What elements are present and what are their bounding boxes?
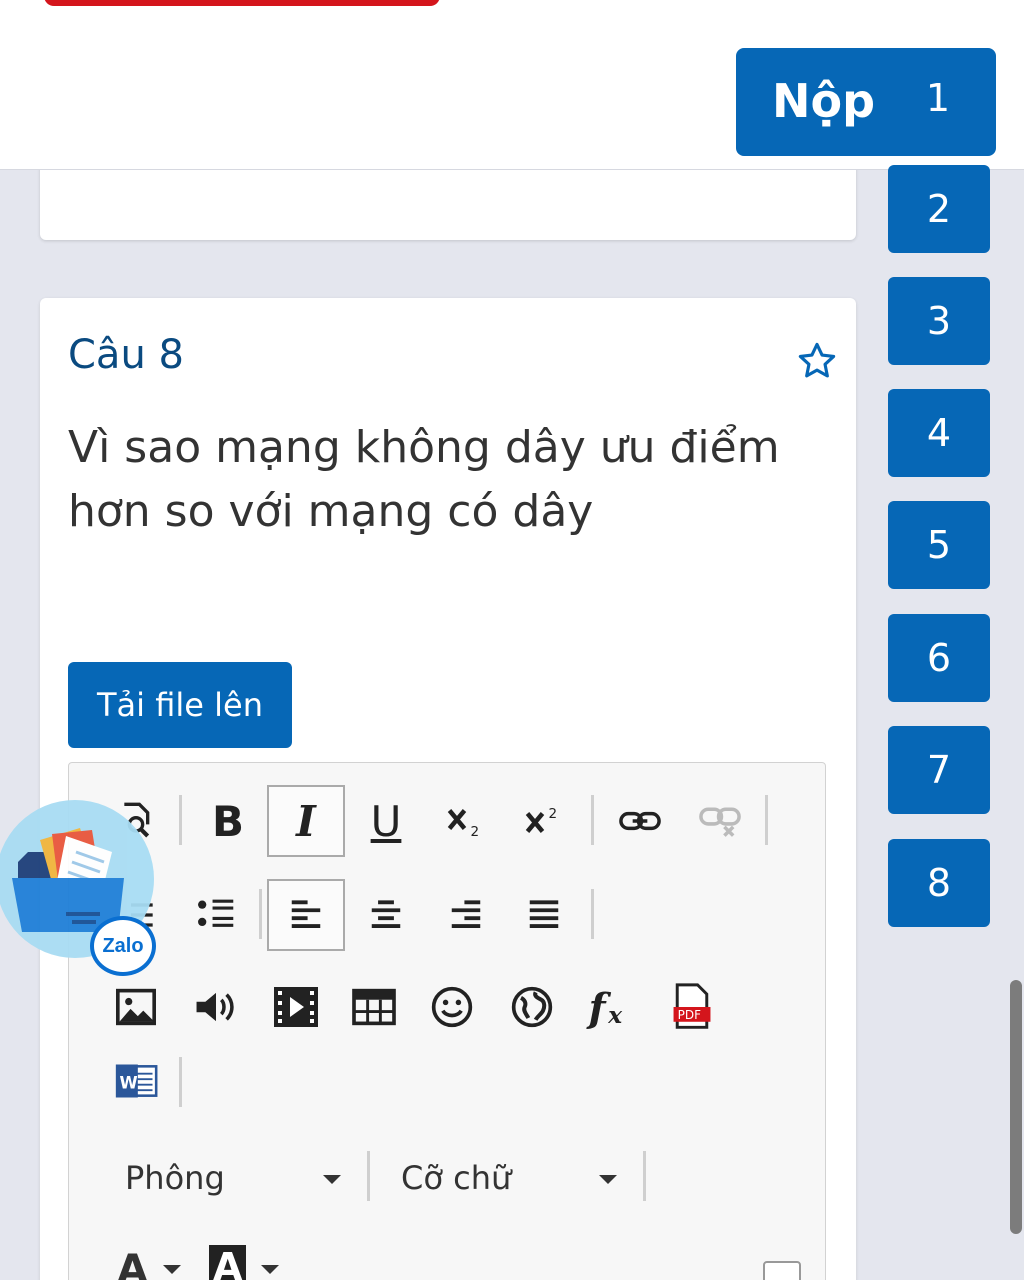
- subscript-icon[interactable]: 2: [427, 785, 505, 857]
- question-title: Câu 8: [68, 332, 184, 378]
- svg-text:W: W: [120, 1073, 138, 1092]
- align-right-icon[interactable]: [427, 879, 505, 951]
- italic-button[interactable]: I: [267, 785, 345, 857]
- svg-text:PDF: PDF: [678, 1008, 701, 1022]
- question-nav-2[interactable]: 2: [888, 165, 990, 253]
- toolbar-separator: [179, 795, 182, 845]
- toolbar-separator: [591, 795, 594, 845]
- toolbar-separator: [643, 1151, 646, 1201]
- link-icon[interactable]: [601, 785, 679, 857]
- align-justify-icon[interactable]: [505, 879, 583, 951]
- submit-button[interactable]: Nộp 1: [736, 48, 996, 156]
- superscript-icon[interactable]: 2: [505, 785, 583, 857]
- emoji-icon[interactable]: [413, 971, 491, 1043]
- question-nav-8[interactable]: 8: [888, 839, 990, 927]
- question-nav-3[interactable]: 3: [888, 277, 990, 365]
- underline-button[interactable]: U: [347, 785, 425, 857]
- top-red-bar: [44, 0, 440, 6]
- align-center-icon[interactable]: [347, 879, 425, 951]
- font-color-icon: A: [117, 1247, 148, 1280]
- image-icon[interactable]: [97, 971, 175, 1043]
- question-nav-7[interactable]: 7: [888, 726, 990, 814]
- toolbar-separator: [259, 889, 262, 939]
- svg-text:2: 2: [471, 824, 480, 840]
- svg-text:2: 2: [549, 806, 558, 822]
- question-text: Vì sao mạng không dây ưu điểm hơn so với…: [68, 422, 780, 537]
- question-card: Câu 8 Vì sao mạng không dây ưu điểm hơn …: [40, 298, 856, 1280]
- toolbar-separator: [765, 795, 768, 845]
- bullet-list-icon[interactable]: [177, 879, 255, 951]
- globe-icon[interactable]: [493, 971, 571, 1043]
- zalo-floating-button[interactable]: Zalo: [0, 800, 156, 976]
- question-nav-5[interactable]: 5: [888, 501, 990, 589]
- toolbar-separator: [179, 1057, 182, 1107]
- rich-text-editor: B I U 2 2 f x PDF W Phông Cỡ chữ A A: [68, 762, 826, 1280]
- font-family-label: Phông: [125, 1159, 225, 1197]
- formula-icon[interactable]: fx: [571, 971, 649, 1043]
- source-toggle-button[interactable]: [763, 1261, 801, 1280]
- question-nav-1[interactable]: 1: [888, 48, 988, 148]
- star-icon[interactable]: [796, 340, 838, 382]
- font-size-label: Cỡ chữ: [401, 1159, 512, 1197]
- toolbar-separator: [367, 1151, 370, 1201]
- question-nav-6[interactable]: 6: [888, 614, 990, 702]
- table-icon[interactable]: [335, 971, 413, 1043]
- upload-file-button[interactable]: Tải file lên: [68, 662, 292, 748]
- bold-button[interactable]: B: [189, 785, 267, 857]
- pdf-icon[interactable]: PDF: [653, 971, 731, 1043]
- chevron-down-icon: [599, 1175, 617, 1184]
- toolbar-separator: [591, 889, 594, 939]
- chevron-down-icon: [261, 1265, 279, 1274]
- word-icon[interactable]: W: [97, 1045, 175, 1117]
- svg-text:x: x: [607, 1002, 623, 1029]
- zalo-badge: Zalo: [90, 916, 156, 976]
- audio-icon[interactable]: [177, 971, 255, 1043]
- question-nav-4[interactable]: 4: [888, 389, 990, 477]
- video-icon[interactable]: [257, 971, 335, 1043]
- background-color-icon: A: [209, 1245, 247, 1280]
- align-left-icon[interactable]: [267, 879, 345, 951]
- scrollbar[interactable]: [1010, 980, 1022, 1234]
- chevron-down-icon: [163, 1265, 181, 1274]
- unlink-icon[interactable]: [681, 785, 759, 857]
- chevron-down-icon: [323, 1175, 341, 1184]
- submit-label: Nộp: [772, 74, 876, 128]
